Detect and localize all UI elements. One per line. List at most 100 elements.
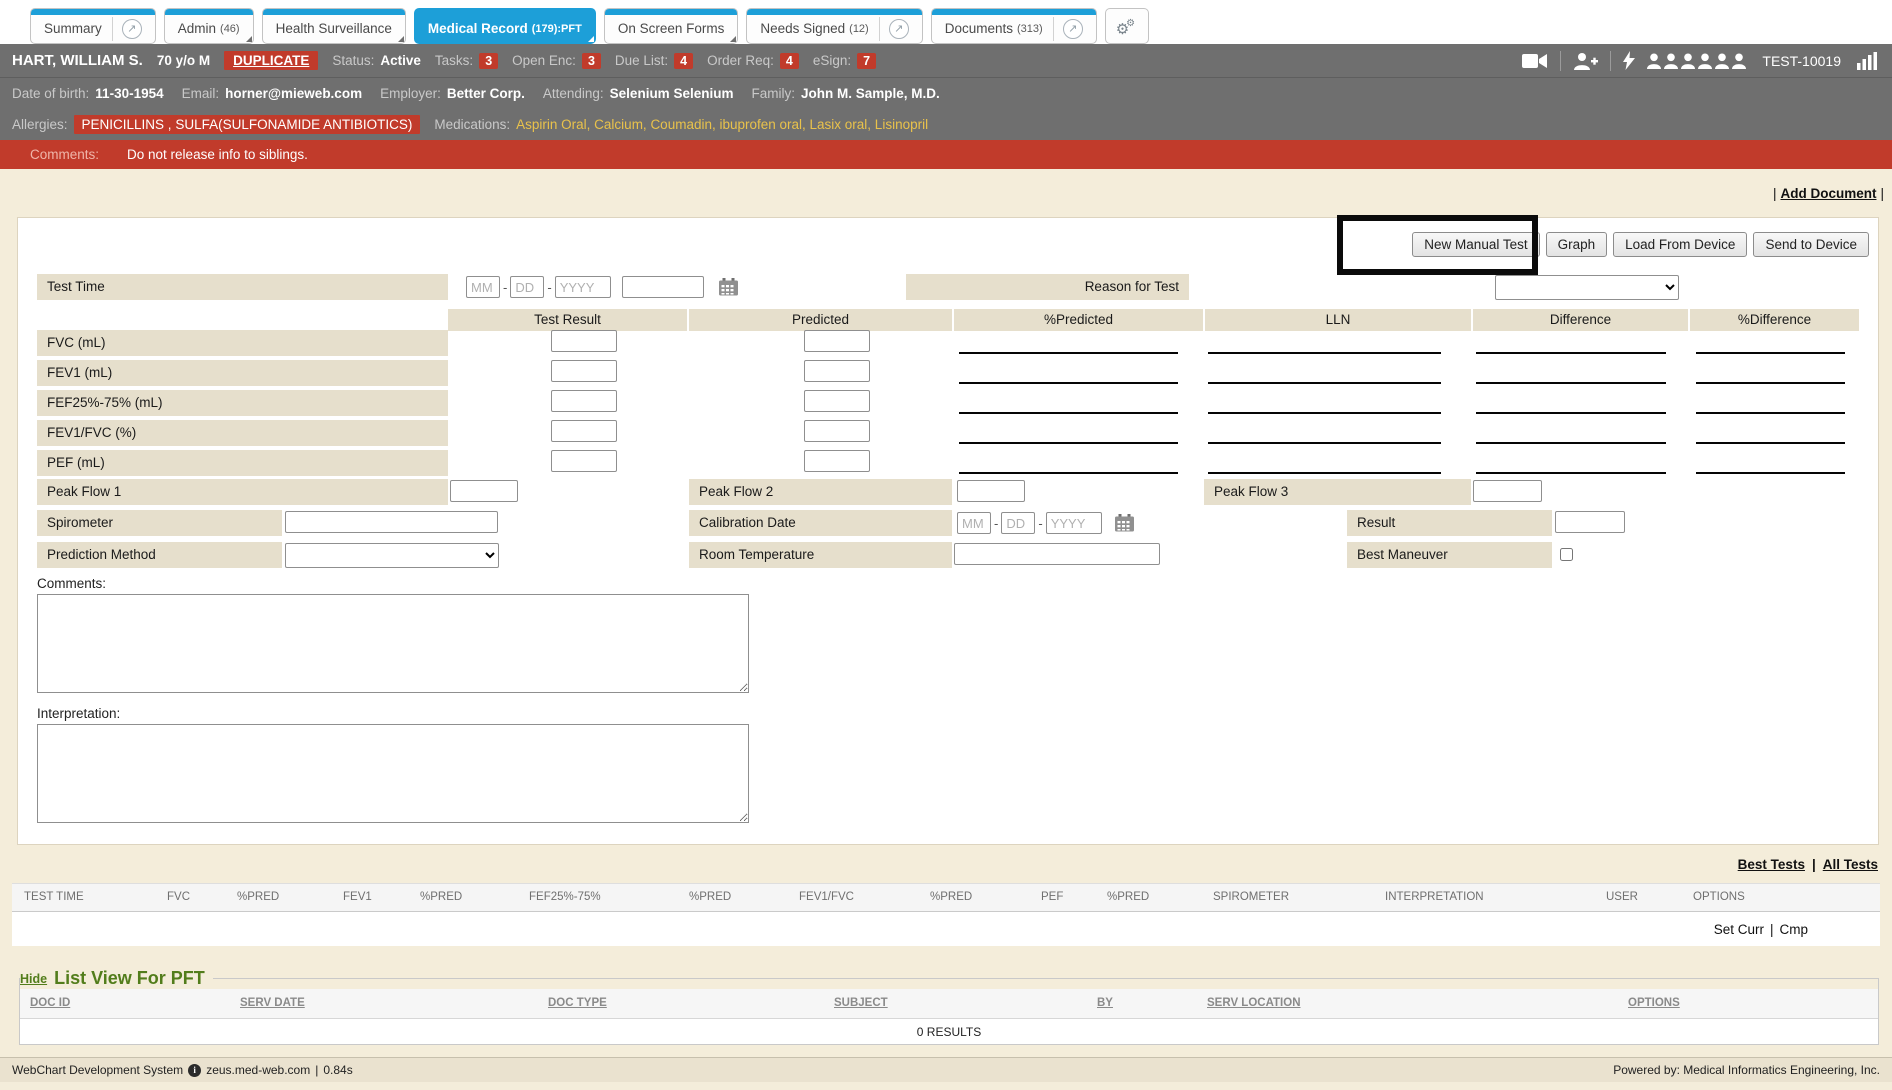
send-to-device-button[interactable]: Send to Device xyxy=(1753,232,1869,257)
tab-health-surveillance[interactable]: Health Surveillance xyxy=(262,8,406,44)
blank-line xyxy=(1208,412,1441,414)
interpretation-textarea[interactable] xyxy=(37,724,749,823)
due-list-count-badge[interactable]: 4 xyxy=(674,53,693,69)
due-list-label: Due List: xyxy=(615,53,668,68)
peak-flow-1-input[interactable] xyxy=(450,480,518,502)
doc-col-doc-type[interactable]: DOC TYPE xyxy=(548,997,607,1009)
fev1fvc-predicted-input[interactable] xyxy=(804,420,870,442)
doc-col-doc-id[interactable]: DOC ID xyxy=(30,997,70,1009)
user-icon xyxy=(1681,53,1695,69)
comments-textarea[interactable] xyxy=(37,594,749,693)
patient-id: TEST-10019 xyxy=(1762,53,1841,69)
comments-bar-label: Comments: xyxy=(30,147,99,162)
doc-col-by[interactable]: BY xyxy=(1097,997,1113,1009)
best-maneuver-checkbox[interactable] xyxy=(1560,548,1573,561)
new-manual-test-button[interactable]: New Manual Test xyxy=(1412,232,1539,257)
esign-count-badge[interactable]: 7 xyxy=(857,53,876,69)
graph-button[interactable]: Graph xyxy=(1546,232,1608,257)
hide-link[interactable]: Hide xyxy=(20,972,47,986)
calendar-icon[interactable] xyxy=(719,278,738,296)
test-time-year-input[interactable] xyxy=(555,276,611,298)
fef-predicted-input[interactable] xyxy=(804,390,870,412)
doc-col-subject[interactable]: SUBJECT xyxy=(834,997,888,1009)
spirometer-input[interactable] xyxy=(285,511,498,533)
load-from-device-button[interactable]: Load From Device xyxy=(1613,232,1747,257)
reason-for-test-select[interactable] xyxy=(1495,275,1679,300)
open-new-window-icon[interactable]: ↗ xyxy=(1063,19,1083,39)
fev1-test-result-input[interactable] xyxy=(551,360,617,382)
prediction-method-select[interactable] xyxy=(285,543,499,568)
prediction-method-label: Prediction Method xyxy=(37,542,282,568)
order-req-count-badge[interactable]: 4 xyxy=(780,53,799,69)
fvc-test-result-input[interactable] xyxy=(551,330,617,352)
info-icon[interactable]: i xyxy=(188,1064,201,1077)
tab-accent xyxy=(605,9,738,15)
footer-host: zeus.med-web.com xyxy=(206,1063,310,1077)
user-icon xyxy=(1698,53,1712,69)
test-time-month-input[interactable] xyxy=(466,276,500,298)
duplicate-flag[interactable]: DUPLICATE xyxy=(224,51,318,70)
tab-on-screen-forms[interactable]: On Screen Forms xyxy=(604,8,739,44)
pef-test-result-input[interactable] xyxy=(551,450,617,472)
room-temperature-input[interactable] xyxy=(954,543,1160,565)
peak-flow-3-input[interactable] xyxy=(1473,480,1542,502)
peak-flow-2-input[interactable] xyxy=(957,480,1025,502)
document-list-empty: 0 RESULTS xyxy=(20,1019,1878,1044)
blank-line xyxy=(1696,442,1845,444)
fev1fvc-test-result-input[interactable] xyxy=(551,420,617,442)
pft-results-body: Set Curr | Cmp xyxy=(12,912,1880,946)
tab-bar: Summary ↗ Admin (46) Health Surveillance… xyxy=(0,0,1892,44)
tasks-count-badge[interactable]: 3 xyxy=(479,53,498,69)
fvc-predicted-input[interactable] xyxy=(804,330,870,352)
linked-users-icons[interactable] xyxy=(1647,53,1746,69)
pipe: | xyxy=(1812,857,1816,872)
video-camera-icon[interactable] xyxy=(1522,52,1548,70)
doc-col-serv-date[interactable]: SERV DATE xyxy=(240,997,305,1009)
calibration-month-input[interactable] xyxy=(957,512,991,534)
tab-label: Documents xyxy=(945,21,1013,36)
calendar-icon[interactable] xyxy=(1115,514,1134,532)
open-enc-count-badge[interactable]: 3 xyxy=(582,53,601,69)
calibration-year-input[interactable] xyxy=(1046,512,1102,534)
doc-col-serv-location[interactable]: SERV LOCATION xyxy=(1207,997,1301,1009)
all-tests-link[interactable]: All Tests xyxy=(1823,857,1878,872)
bolt-icon[interactable] xyxy=(1623,51,1635,70)
tab-needs-signed[interactable]: Needs Signed (12) ↗ xyxy=(746,8,922,44)
open-new-window-icon[interactable]: ↗ xyxy=(889,19,909,39)
best-tests-link[interactable]: Best Tests xyxy=(1738,857,1805,872)
tab-count: (12) xyxy=(849,23,869,35)
res-col-spirometer: SPIROMETER xyxy=(1213,891,1289,903)
tab-admin[interactable]: Admin (46) xyxy=(164,8,254,44)
result-input[interactable] xyxy=(1555,511,1625,533)
set-curr-link[interactable]: Set Curr xyxy=(1714,922,1764,937)
pipe: | xyxy=(315,1063,318,1077)
allergies-value[interactable]: PENICILLINS , SULFA(SULFONAMIDE ANTIBIOT… xyxy=(74,115,421,134)
fev1-predicted-input[interactable] xyxy=(804,360,870,382)
add-user-icon[interactable] xyxy=(1573,52,1598,70)
divider xyxy=(1560,51,1561,71)
divider xyxy=(1610,51,1611,71)
tab-medical-record[interactable]: Medical Record (179):PFT xyxy=(414,8,596,44)
medications-label: Medications: xyxy=(434,117,510,132)
calibration-day-input[interactable] xyxy=(1001,512,1035,534)
test-time-day-input[interactable] xyxy=(510,276,544,298)
bar-chart-icon[interactable] xyxy=(1857,52,1878,70)
row-label: FEV1 (mL) xyxy=(37,360,448,386)
employer-label: Employer: xyxy=(380,86,441,101)
email-value[interactable]: horner@mieweb.com xyxy=(225,86,362,101)
settings-gears-button[interactable]: ⚙⚙ xyxy=(1105,8,1149,44)
tab-summary[interactable]: Summary ↗ xyxy=(30,8,156,44)
test-time-time-input[interactable] xyxy=(622,276,704,298)
family-value: John M. Sample, M.D. xyxy=(801,86,940,101)
measure-row-fef: FEF25%-75% (mL) xyxy=(18,388,1878,418)
add-document-link[interactable]: Add Document xyxy=(1780,186,1876,201)
fef-test-result-input[interactable] xyxy=(551,390,617,412)
tab-documents[interactable]: Documents (313) ↗ xyxy=(931,8,1097,44)
date-separator: - xyxy=(994,516,998,531)
open-new-window-icon[interactable]: ↗ xyxy=(122,19,142,39)
doc-col-options[interactable]: OPTIONS xyxy=(1628,997,1680,1009)
tab-accent xyxy=(165,9,253,15)
cmp-link[interactable]: Cmp xyxy=(1779,922,1808,937)
medications-list[interactable]: Aspirin Oral, Calcium, Coumadin, ibuprof… xyxy=(516,117,928,132)
pef-predicted-input[interactable] xyxy=(804,450,870,472)
